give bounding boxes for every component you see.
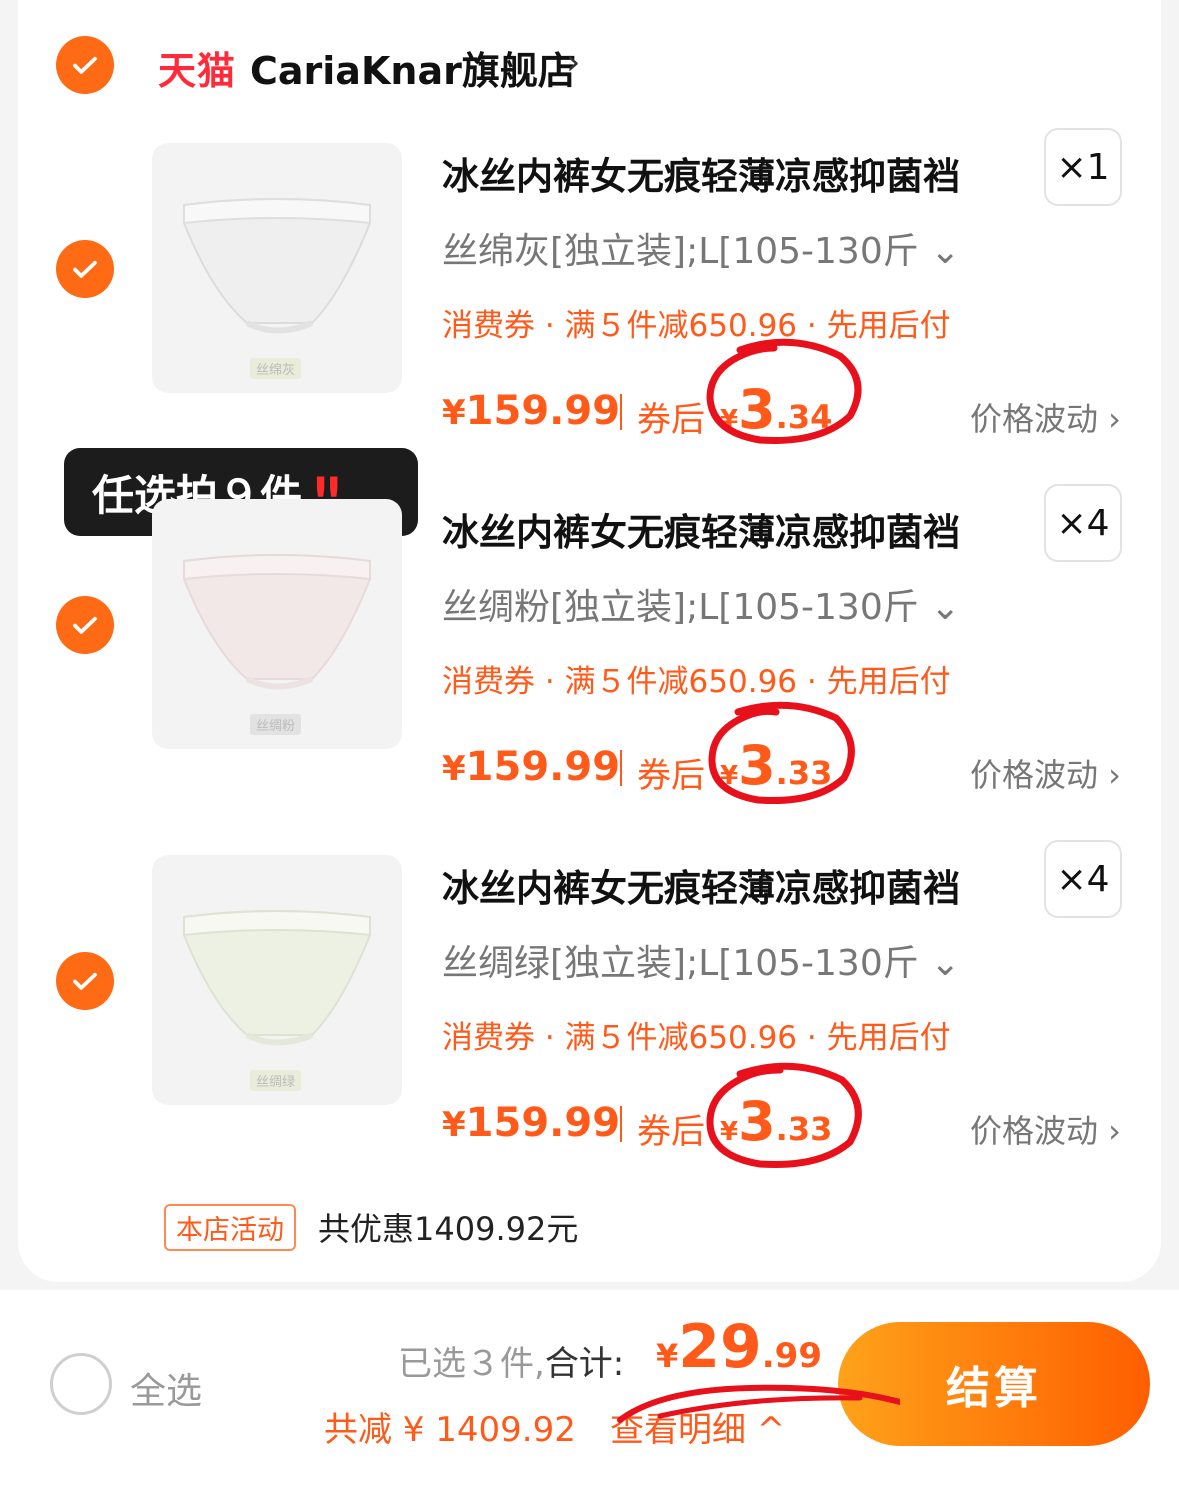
chevron-right-icon[interactable]: › — [566, 42, 580, 83]
price-fluctuation-link[interactable]: 价格波动 › — [970, 394, 1121, 440]
check-icon — [73, 56, 97, 74]
sku-selector[interactable]: 丝绸粉[独立装];L[105-130斤 ⌄ — [442, 578, 960, 630]
quantity-button[interactable]: ×4 — [1044, 484, 1122, 562]
product-image[interactable]: 丝绸粉 — [152, 499, 402, 749]
coupon-info: 消费券 · 满５件减650.96 · 先用后付 — [442, 664, 951, 700]
thumb-color-label: 丝绸粉 — [250, 714, 302, 735]
tmall-logo-text: 天猫 — [158, 49, 237, 93]
price-divider — [620, 1106, 622, 1142]
after-coupon-price: ¥3.34 — [720, 378, 833, 441]
underwear-icon — [183, 198, 371, 334]
original-price: ¥159.99 — [442, 1100, 621, 1146]
store-activity-text: 共优惠1409.92元 — [318, 1210, 579, 1248]
after-coupon-label: 券后 — [637, 756, 705, 796]
select-all-checkbox[interactable] — [50, 1353, 112, 1415]
select-all-label[interactable]: 全选 — [130, 1362, 202, 1414]
shop-name[interactable]: CariaKnar旗舰店 — [250, 40, 576, 95]
item-checkbox[interactable] — [56, 240, 114, 298]
original-price: ¥159.99 — [442, 744, 621, 790]
price-fluctuation-link[interactable]: 价格波动 › — [970, 1106, 1121, 1152]
coupon-info: 消费券 · 满５件减650.96 · 先用后付 — [442, 1020, 951, 1056]
checkout-button[interactable]: 结算 — [838, 1322, 1150, 1446]
coupon-info: 消费券 · 满５件减650.96 · 先用后付 — [442, 308, 951, 344]
item-checkbox[interactable] — [56, 596, 114, 654]
after-coupon-label: 券后 — [637, 400, 705, 440]
original-price: ¥159.99 — [442, 388, 621, 434]
selected-summary: 已选３件,合计: — [398, 1344, 625, 1384]
store-activity-tag: 本店活动 — [164, 1204, 296, 1251]
sku-selector[interactable]: 丝绸绿[独立装];L[105-130斤 ⌄ — [442, 934, 960, 986]
thumb-color-label: 丝绵灰 — [250, 358, 302, 379]
thumb-color-label: 丝绸绿 — [250, 1070, 302, 1091]
shop-checkbox[interactable] — [56, 36, 114, 94]
total-price: ¥29.99 — [656, 1312, 822, 1382]
underwear-icon — [183, 554, 371, 690]
total-reduction: 共减 ¥ 1409.92 — [324, 1410, 576, 1450]
after-coupon-price: ¥3.33 — [720, 734, 833, 797]
item-checkbox[interactable] — [56, 952, 114, 1010]
after-coupon-label: 券后 — [637, 1112, 705, 1152]
after-coupon-price: ¥3.33 — [720, 1090, 833, 1153]
quantity-button[interactable]: ×4 — [1044, 840, 1122, 918]
check-icon — [73, 972, 97, 990]
price-fluctuation-link[interactable]: 价格波动 › — [970, 750, 1121, 796]
price-divider — [620, 750, 622, 786]
product-image[interactable]: 丝绵灰 — [152, 143, 402, 393]
check-icon — [73, 260, 97, 278]
price-divider — [620, 394, 622, 430]
product-title[interactable]: 冰丝内裤女无痕轻薄凉感抑菌裆 — [442, 502, 960, 556]
quantity-button[interactable]: ×1 — [1044, 128, 1122, 206]
product-title[interactable]: 冰丝内裤女无痕轻薄凉感抑菌裆 — [442, 146, 960, 200]
sku-selector[interactable]: 丝绵灰[独立装];L[105-130斤 ⌄ — [442, 222, 960, 274]
view-details-link[interactable]: 查看明细 ^ — [610, 1402, 785, 1451]
product-title[interactable]: 冰丝内裤女无痕轻薄凉感抑菌裆 — [442, 858, 960, 912]
check-icon — [73, 616, 97, 634]
product-image[interactable]: 丝绸绿 — [152, 855, 402, 1105]
underwear-icon — [183, 910, 371, 1046]
